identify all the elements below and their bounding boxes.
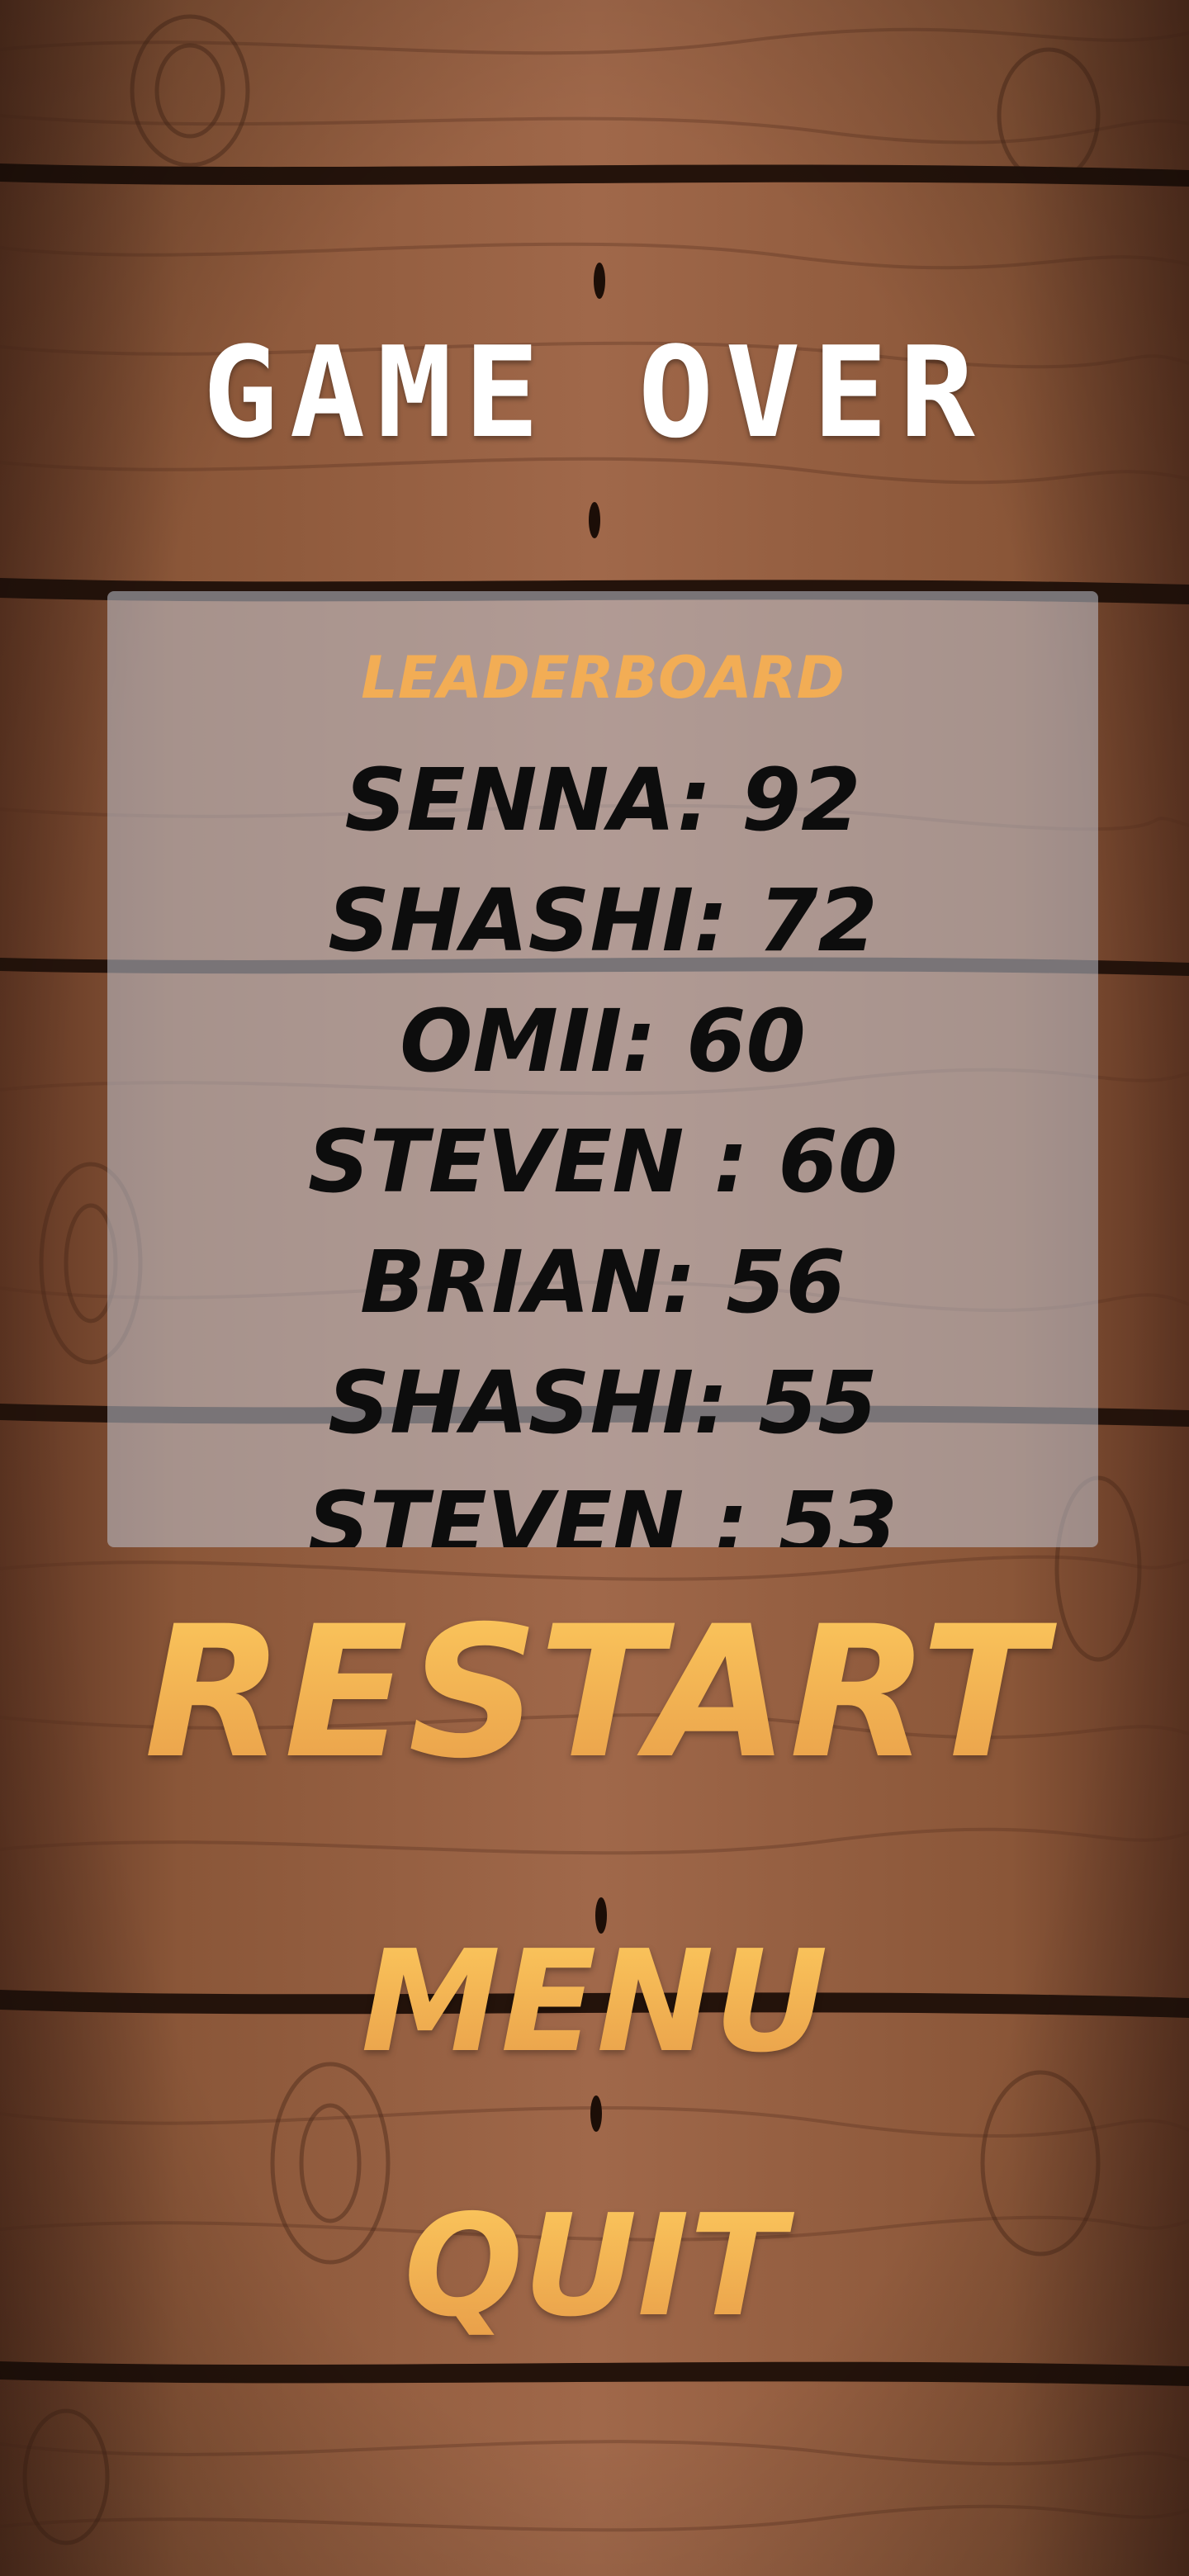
leaderboard-entry: SHASHI: 72 [328, 870, 878, 971]
leaderboard-entry: OMII: 60 [400, 991, 806, 1091]
leaderboard-entry: BRIAN: 56 [359, 1232, 846, 1333]
menu-button[interactable]: MENU [0, 1932, 1189, 2072]
quit-button[interactable]: QUIT [0, 2196, 1189, 2337]
leaderboard-entry: STEVEN : 53 [307, 1473, 898, 1547]
leaderboard-entry: SENNA: 92 [344, 750, 861, 850]
leaderboard-heading: LEADERBOARD [361, 644, 845, 712]
leaderboard-entry: STEVEN : 60 [307, 1111, 898, 1212]
leaderboard-list: SENNA: 92 SHASHI: 72 OMII: 60 STEVEN : 6… [107, 740, 1098, 1547]
leaderboard-panel: LEADERBOARD SENNA: 92 SHASHI: 72 OMII: 6… [107, 591, 1098, 1547]
leaderboard-entry: SHASHI: 55 [328, 1352, 878, 1453]
restart-button[interactable]: RESTART [0, 1602, 1189, 1783]
game-over-title: GAME OVER [202, 320, 987, 466]
